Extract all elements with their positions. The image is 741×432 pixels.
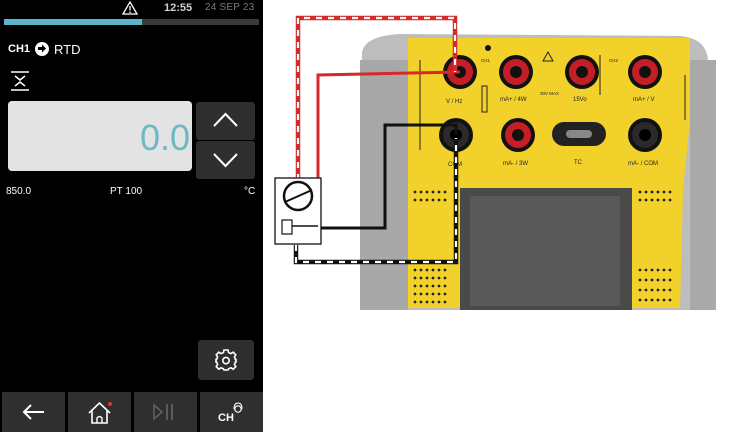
ch1-dot	[485, 45, 491, 51]
gear-icon	[215, 349, 237, 371]
label-ma-com: mA- / COM	[628, 161, 658, 167]
home-icon	[88, 401, 112, 424]
collapse-icon[interactable]	[8, 70, 32, 92]
increment-button[interactable]	[196, 102, 255, 140]
back-arrow-icon	[22, 404, 44, 420]
label-ch1: CH1	[481, 58, 490, 63]
terminal-ma-3w	[501, 118, 535, 152]
progress-fill	[4, 19, 142, 25]
status-time: 12:55	[164, 2, 193, 14]
home-button[interactable]	[68, 392, 131, 432]
wiring-diagram: V / Hz mA+ / 4W 15Vo mA+ / V COM mA- / 3…	[274, 15, 716, 310]
case-side-right	[690, 60, 716, 310]
channel-source-icon	[35, 42, 50, 56]
terminal-ma-com	[628, 118, 662, 152]
device-screen: 12:55 24 SEP 23 CH1 RTD 0.0 850.0 PT 100…	[0, 0, 263, 432]
terminal-15v	[565, 55, 599, 89]
chevron-down-icon	[213, 153, 238, 168]
chevron-up-icon	[213, 112, 238, 127]
label-ma-3w: mA- / 3W	[503, 161, 528, 167]
status-bar: 12:55 24 SEP 23	[0, 0, 263, 18]
terminal-tc	[552, 122, 606, 146]
channel-id: CH1	[8, 43, 31, 55]
channel-select-button[interactable]: CH	[200, 392, 263, 432]
terminal-ma-v	[628, 55, 662, 89]
decrement-button[interactable]	[196, 141, 255, 179]
label-ma-v: mA+ / V	[633, 97, 655, 103]
back-button[interactable]	[2, 392, 65, 432]
bottom-nav-bar: CH	[0, 392, 263, 432]
label-ma-4w: mA+ / 4W	[500, 97, 527, 103]
channel-select-label: CH	[218, 412, 234, 424]
display-glare	[470, 196, 620, 306]
sensor-type: PT 100	[110, 186, 143, 197]
unit-label: °C	[244, 186, 256, 197]
label-v-hz: V / Hz	[446, 99, 462, 105]
label-15v: 15Vo	[573, 97, 587, 103]
channel-select-icon: CH	[218, 402, 243, 424]
settings-button[interactable]	[198, 340, 254, 380]
terminal-ma-4w	[499, 55, 533, 89]
range-value: 850.0	[6, 186, 32, 197]
play-pause-button[interactable]	[134, 392, 197, 432]
channel-mode: RTD	[54, 41, 81, 57]
play-pause-icon	[153, 403, 173, 421]
rtd-sensor-icon	[274, 177, 322, 245]
reading-value: 0.0	[139, 117, 190, 158]
value-display[interactable]: 0.0	[8, 101, 192, 171]
status-date: 24 SEP 23	[205, 2, 255, 13]
label-30v-max: 30V MAX	[540, 91, 559, 96]
progress-bar	[4, 19, 259, 25]
label-ch2: CH2	[609, 58, 618, 63]
warning-icon	[122, 1, 138, 15]
label-tc: TC	[574, 160, 583, 166]
channel-header[interactable]: CH1 RTD	[8, 40, 81, 58]
